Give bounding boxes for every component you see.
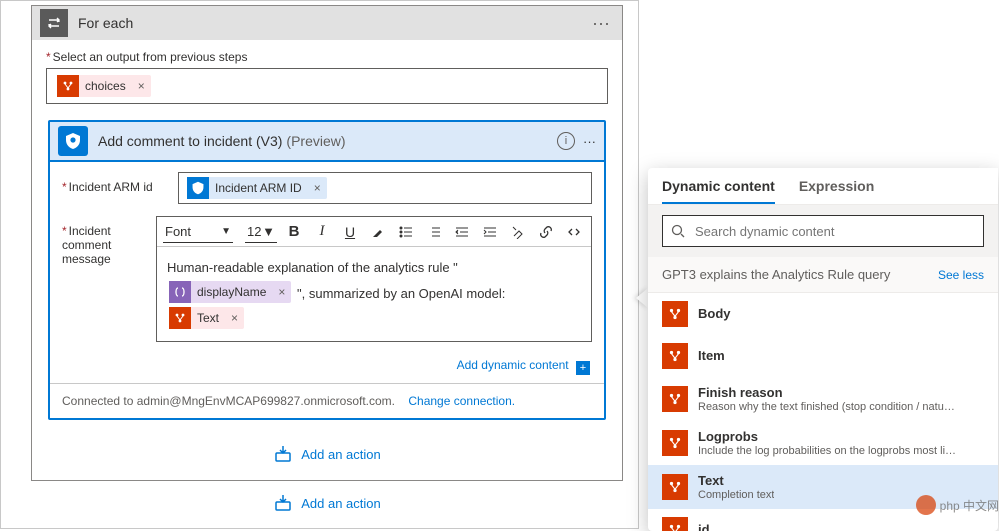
incident-arm-input[interactable]: Incident ARM ID × [178, 172, 592, 204]
token-choices-label: choices [79, 79, 132, 93]
search-input[interactable] [693, 223, 975, 240]
token-choices[interactable]: choices × [57, 75, 151, 97]
add-action-inner[interactable]: Add an action [46, 444, 608, 464]
incident-arm-label: Incident ARM id [62, 172, 178, 194]
add-action-outer[interactable]: Add an action [31, 493, 623, 513]
add-dynamic-plus-icon[interactable]: + [576, 361, 590, 375]
connection-info: Connected to admin@MngEnvMCAP699827.onmi… [50, 383, 604, 418]
rte-font-select[interactable]: Font▼ [163, 221, 233, 243]
add-dynamic-content-link[interactable]: Add dynamic content [457, 358, 569, 372]
dynamic-content-panel: Dynamic content Expression GPT3 explains… [648, 168, 998, 531]
expression-icon [169, 281, 191, 303]
rte-numbers-button[interactable] [423, 221, 445, 243]
branch-icon [662, 343, 688, 369]
incident-msg-label: Incident comment message [62, 216, 156, 266]
add-action-inner-label: Add an action [301, 447, 381, 462]
rte-underline-button[interactable]: U [339, 221, 361, 243]
action-preview-badge: (Preview) [286, 133, 557, 149]
rte-size-select[interactable]: 12▼ [245, 221, 277, 243]
dynamic-item-title: Logprobs [698, 429, 958, 445]
search-icon [671, 224, 685, 238]
dynamic-item[interactable]: Body [648, 293, 998, 335]
select-output-input[interactable]: choices × [46, 68, 608, 104]
watermark-text: php 中文网 [940, 497, 999, 514]
branch-icon [169, 307, 191, 329]
rte-content[interactable]: Human-readable explanation of the analyt… [157, 247, 591, 341]
rte-text-mid: ", summarized by an OpenAI model: [297, 286, 505, 301]
action-title: Add comment to incident (V3) [98, 133, 282, 149]
rte-text-before: Human-readable explanation of the analyt… [167, 260, 458, 275]
dynamic-item[interactable]: Item [648, 335, 998, 377]
action-card: Add comment to incident (V3) (Preview) i… [48, 120, 606, 420]
token-choices-remove-icon[interactable]: × [132, 79, 151, 93]
flyout-beak [636, 288, 648, 308]
dynamic-item-desc: Completion text [698, 489, 774, 501]
branch-icon [662, 474, 688, 500]
dynamic-item-title: id [698, 522, 710, 531]
action-header[interactable]: Add comment to incident (V3) (Preview) i… [50, 122, 604, 162]
info-icon[interactable]: i [557, 132, 575, 150]
token-displayname-label: displayName [191, 279, 272, 305]
foreach-header[interactable]: For each ··· [32, 6, 622, 40]
foreach-menu-icon[interactable]: ··· [588, 13, 614, 34]
branch-icon [662, 430, 688, 456]
rte-indent-button[interactable] [479, 221, 501, 243]
branch-icon [662, 386, 688, 412]
rte-outdent-button[interactable] [451, 221, 473, 243]
rte-highlight-button[interactable] [367, 221, 389, 243]
dynamic-item-desc: Include the log probabilities on the log… [698, 445, 958, 457]
token-arm-id[interactable]: Incident ARM ID × [187, 177, 327, 199]
sentinel-token-icon [187, 177, 209, 199]
loop-icon [40, 9, 68, 37]
see-less-link[interactable]: See less [938, 268, 984, 282]
token-displayname[interactable]: displayName × [169, 281, 291, 303]
dynamic-item-title: Finish reason [698, 385, 958, 401]
change-connection-link[interactable]: Change connection. [408, 394, 515, 408]
token-arm-id-label: Incident ARM ID [209, 181, 308, 195]
tab-dynamic-content[interactable]: Dynamic content [662, 178, 775, 204]
token-arm-id-remove-icon[interactable]: × [308, 181, 327, 195]
foreach-title: For each [78, 15, 588, 31]
action-menu-icon[interactable]: ··· [583, 134, 596, 149]
section-title: GPT3 explains the Analytics Rule query [662, 267, 890, 282]
token-displayname-remove-icon[interactable]: × [272, 279, 291, 305]
dynamic-item-title: Body [698, 306, 731, 322]
add-action-outer-label: Add an action [301, 496, 381, 511]
branch-icon [662, 301, 688, 327]
select-output-label: Select an output from previous steps [46, 50, 608, 64]
foreach-card: For each ··· Select an output from previ… [31, 5, 623, 481]
branch-icon [57, 75, 79, 97]
token-text-label: Text [191, 305, 225, 331]
rte-editor: Font▼ 12▼ B I U [156, 216, 592, 342]
sentinel-icon [58, 126, 88, 156]
rte-toolbar: Font▼ 12▼ B I U [157, 217, 591, 247]
rte-link-button[interactable] [535, 221, 557, 243]
connection-text: Connected to admin@MngEnvMCAP699827.onmi… [62, 394, 395, 408]
dynamic-item-title: Text [698, 473, 774, 489]
search-box [662, 215, 984, 247]
rte-code-button[interactable] [563, 221, 585, 243]
rte-bullets-button[interactable] [395, 221, 417, 243]
rte-bold-button[interactable]: B [283, 221, 305, 243]
token-text[interactable]: Text × [169, 307, 244, 329]
dynamic-item[interactable]: LogprobsInclude the log probabilities on… [648, 421, 998, 465]
tab-expression[interactable]: Expression [799, 178, 874, 204]
dynamic-item-desc: Reason why the text finished (stop condi… [698, 401, 958, 413]
watermark-icon [916, 495, 936, 515]
token-text-remove-icon[interactable]: × [225, 305, 244, 331]
dynamic-item-title: Item [698, 348, 725, 364]
rte-clear-button[interactable] [507, 221, 529, 243]
rte-italic-button[interactable]: I [311, 221, 333, 243]
dynamic-item[interactable]: Finish reasonReason why the text finishe… [648, 377, 998, 421]
watermark: php 中文网 [916, 495, 999, 515]
